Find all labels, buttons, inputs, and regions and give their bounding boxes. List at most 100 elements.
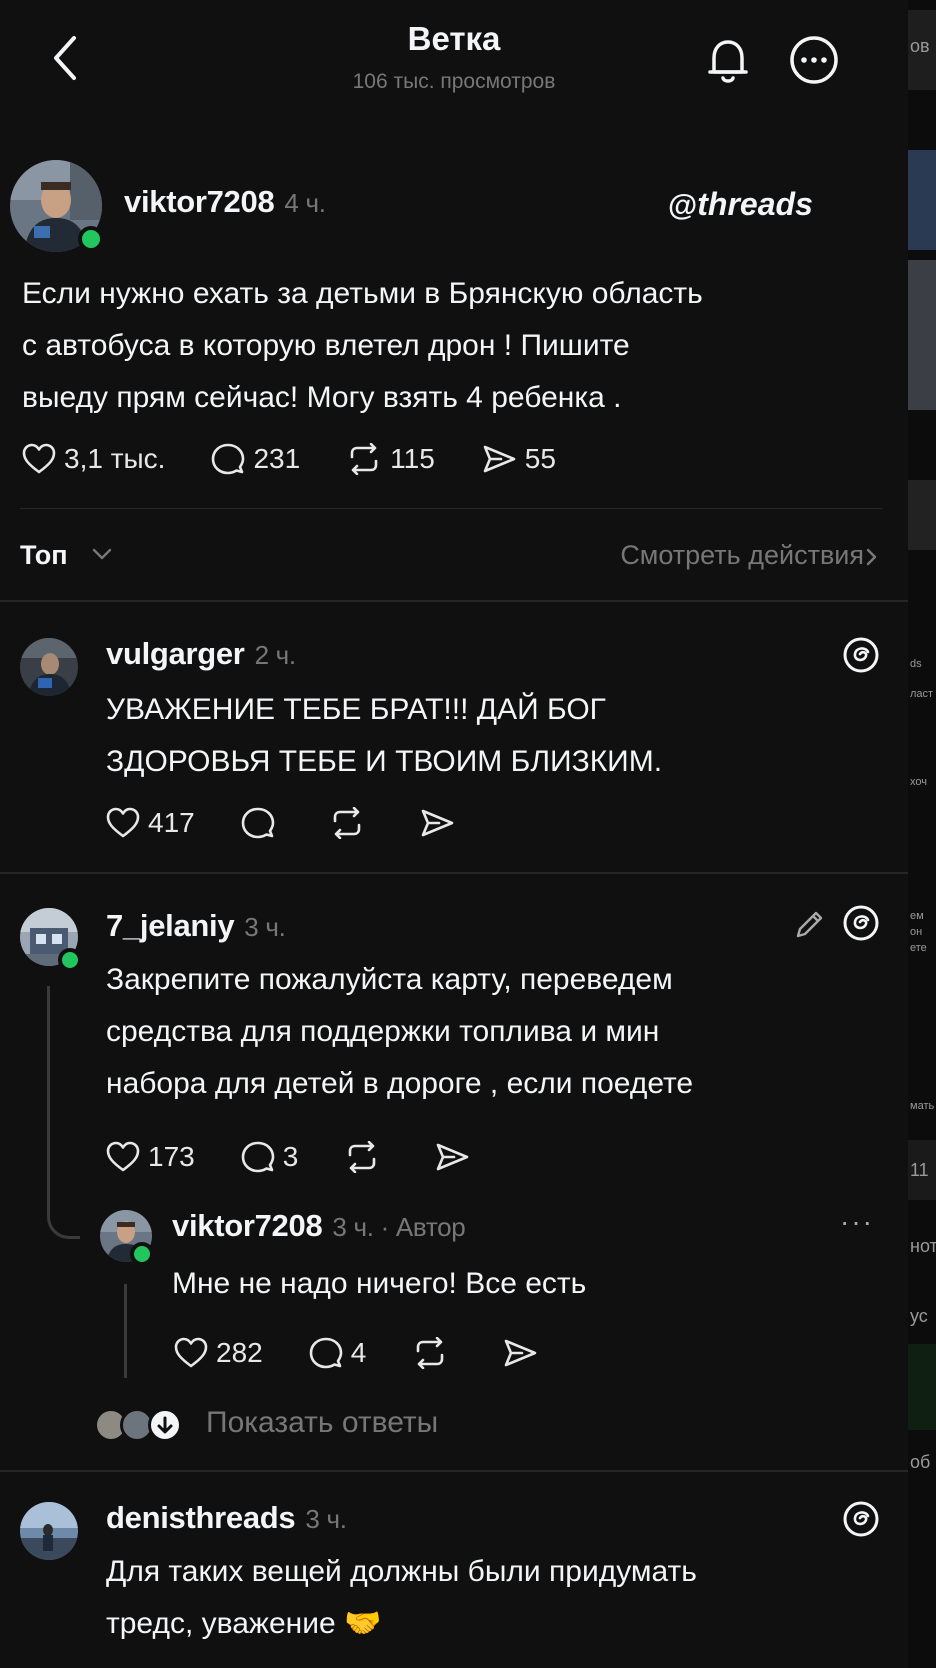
comment-button[interactable]: 3 bbox=[241, 1140, 298, 1174]
background-text: ds bbox=[910, 658, 922, 670]
page-title: Ветка bbox=[407, 20, 501, 57]
show-replies-link[interactable]: Показать ответы bbox=[206, 1406, 438, 1440]
reply-text-line: тредс, уважение 🤝 bbox=[106, 1607, 382, 1640]
thread-screen: Ветка 106 тыс. просмотров viktor7208 4 ч.… bbox=[0, 0, 908, 1668]
heart-icon bbox=[106, 1141, 140, 1172]
repost-button[interactable] bbox=[344, 1141, 388, 1173]
reply-text-line: Для таких вещей должны были придумать bbox=[106, 1555, 697, 1588]
view-activity-link[interactable]: Смотреть действия bbox=[620, 540, 864, 571]
post-author-name[interactable]: viktor7208 bbox=[124, 184, 275, 219]
reply-time: 3 ч. bbox=[244, 912, 286, 942]
reply-time-author-tag: 3 ч. · Автор bbox=[332, 1212, 466, 1242]
avatar[interactable] bbox=[20, 1502, 78, 1560]
send-icon bbox=[421, 809, 454, 837]
send-icon bbox=[436, 1143, 469, 1171]
share-button[interactable]: 55 bbox=[481, 443, 556, 475]
repost-icon bbox=[333, 807, 361, 839]
reply-author-name[interactable]: vulgarger bbox=[106, 636, 245, 671]
reply-time: 2 ч. bbox=[254, 640, 297, 670]
comment-count: 231 bbox=[253, 443, 301, 474]
reply-text-line: набора для детей в дороге , если поедете bbox=[106, 1067, 694, 1100]
thread-connector-curve bbox=[47, 1180, 80, 1239]
reply-actions: 417 bbox=[106, 806, 509, 840]
background-text: мать bbox=[910, 1100, 935, 1112]
like-count: 3,1 тыс. bbox=[64, 443, 166, 474]
online-status-dot bbox=[78, 226, 104, 252]
repost-button[interactable]: 115 bbox=[346, 443, 435, 475]
comment-button[interactable]: 4 bbox=[309, 1336, 367, 1370]
repost-button[interactable] bbox=[329, 807, 373, 839]
post-text-line: выеду прям сейчас! Могу взять 4 ребенка … bbox=[22, 381, 622, 414]
repost-button[interactable] bbox=[412, 1337, 456, 1369]
reply-author[interactable]: 7_jelaniy 3 ч. bbox=[106, 908, 286, 944]
threads-brand-text: threads bbox=[697, 186, 813, 222]
share-count: 55 bbox=[524, 443, 556, 474]
avatar[interactable] bbox=[20, 638, 78, 696]
reply-author-name[interactable]: denisthreads bbox=[106, 1500, 296, 1535]
threads-icon[interactable] bbox=[842, 904, 880, 942]
reply-author[interactable]: denisthreads 3 ч. bbox=[106, 1500, 347, 1536]
chevron-down-icon[interactable] bbox=[92, 548, 112, 562]
background-text: об bbox=[910, 1452, 931, 1472]
threads-icon[interactable] bbox=[842, 636, 880, 674]
comment-button[interactable]: 231 bbox=[211, 442, 300, 476]
chevron-right-icon[interactable] bbox=[866, 548, 878, 566]
reply-text-line: УВАЖЕНИЕ ТЕБЕ БРАТ!!! ДАЙ БОГ bbox=[106, 693, 606, 726]
reply-author-name[interactable]: 7_jelaniy bbox=[106, 908, 235, 943]
reply-actions: 282 4 bbox=[174, 1336, 592, 1370]
share-button[interactable] bbox=[419, 807, 463, 839]
background-text: он bbox=[910, 926, 923, 938]
post-time: 4 ч. bbox=[284, 188, 326, 218]
background-text: ов bbox=[910, 36, 930, 56]
threads-icon[interactable] bbox=[842, 1500, 880, 1538]
repost-icon bbox=[350, 443, 378, 475]
reply-author-name[interactable]: viktor7208 bbox=[172, 1208, 323, 1243]
comment-icon bbox=[309, 1337, 343, 1369]
send-icon bbox=[504, 1339, 537, 1367]
divider bbox=[20, 508, 882, 509]
reply-text-line: ЗДОРОВЬЯ ТЕБЕ И ТВОИМ БЛИЗКИМ. bbox=[106, 745, 663, 778]
post-author[interactable]: viktor7208 4 ч. bbox=[124, 184, 326, 220]
more-options-icon[interactable]: ··· bbox=[840, 1206, 874, 1238]
comment-icon bbox=[212, 443, 245, 475]
like-button[interactable]: 417 bbox=[106, 807, 195, 839]
reply-author[interactable]: viktor7208 3 ч. · Автор bbox=[172, 1208, 466, 1244]
comment-icon bbox=[241, 1141, 275, 1173]
background-text: ем bbox=[910, 910, 924, 922]
divider bbox=[0, 872, 908, 874]
send-icon bbox=[483, 445, 516, 473]
heart-icon bbox=[174, 1337, 208, 1368]
background-text: ете bbox=[910, 942, 927, 954]
divider bbox=[0, 1470, 908, 1472]
share-button[interactable] bbox=[502, 1337, 546, 1369]
background-panel bbox=[908, 260, 936, 410]
heart-icon bbox=[106, 807, 140, 838]
threads-brand-logo: @threads bbox=[668, 186, 813, 223]
like-count: 173 bbox=[148, 1141, 195, 1172]
more-options-icon[interactable] bbox=[788, 34, 840, 86]
bell-icon[interactable] bbox=[704, 34, 752, 86]
background-panel bbox=[908, 150, 936, 250]
comment-button[interactable] bbox=[241, 806, 283, 840]
like-count: 282 bbox=[216, 1337, 263, 1368]
comment-count: 4 bbox=[350, 1337, 367, 1368]
background-text: нот bbox=[910, 1236, 936, 1256]
like-button[interactable]: 282 bbox=[174, 1337, 263, 1369]
post-text-line: Если нужно ехать за детьми в Брянскую об… bbox=[22, 277, 703, 310]
reply-author[interactable]: vulgarger 2 ч. bbox=[106, 636, 296, 672]
heart-icon bbox=[22, 443, 56, 474]
background-text: ласт bbox=[910, 688, 934, 700]
share-button[interactable] bbox=[434, 1141, 478, 1173]
like-button[interactable]: 3,1 тыс. bbox=[22, 443, 165, 475]
post-text-line: с автобуса в которую влетел дрон ! Пишит… bbox=[22, 329, 630, 362]
repost-icon bbox=[416, 1337, 444, 1369]
divider bbox=[0, 600, 908, 602]
repost-icon bbox=[348, 1141, 376, 1173]
like-button[interactable]: 173 bbox=[106, 1141, 195, 1173]
sort-dropdown[interactable]: Топ bbox=[20, 540, 68, 571]
expand-replies-icon[interactable] bbox=[148, 1408, 182, 1442]
reply-text-line: средства для поддержки топлива и мин bbox=[106, 1015, 660, 1048]
view-count: 106 тыс. просмотров bbox=[352, 70, 556, 93]
pencil-icon[interactable] bbox=[794, 908, 826, 940]
background-text: ус bbox=[910, 1306, 928, 1326]
